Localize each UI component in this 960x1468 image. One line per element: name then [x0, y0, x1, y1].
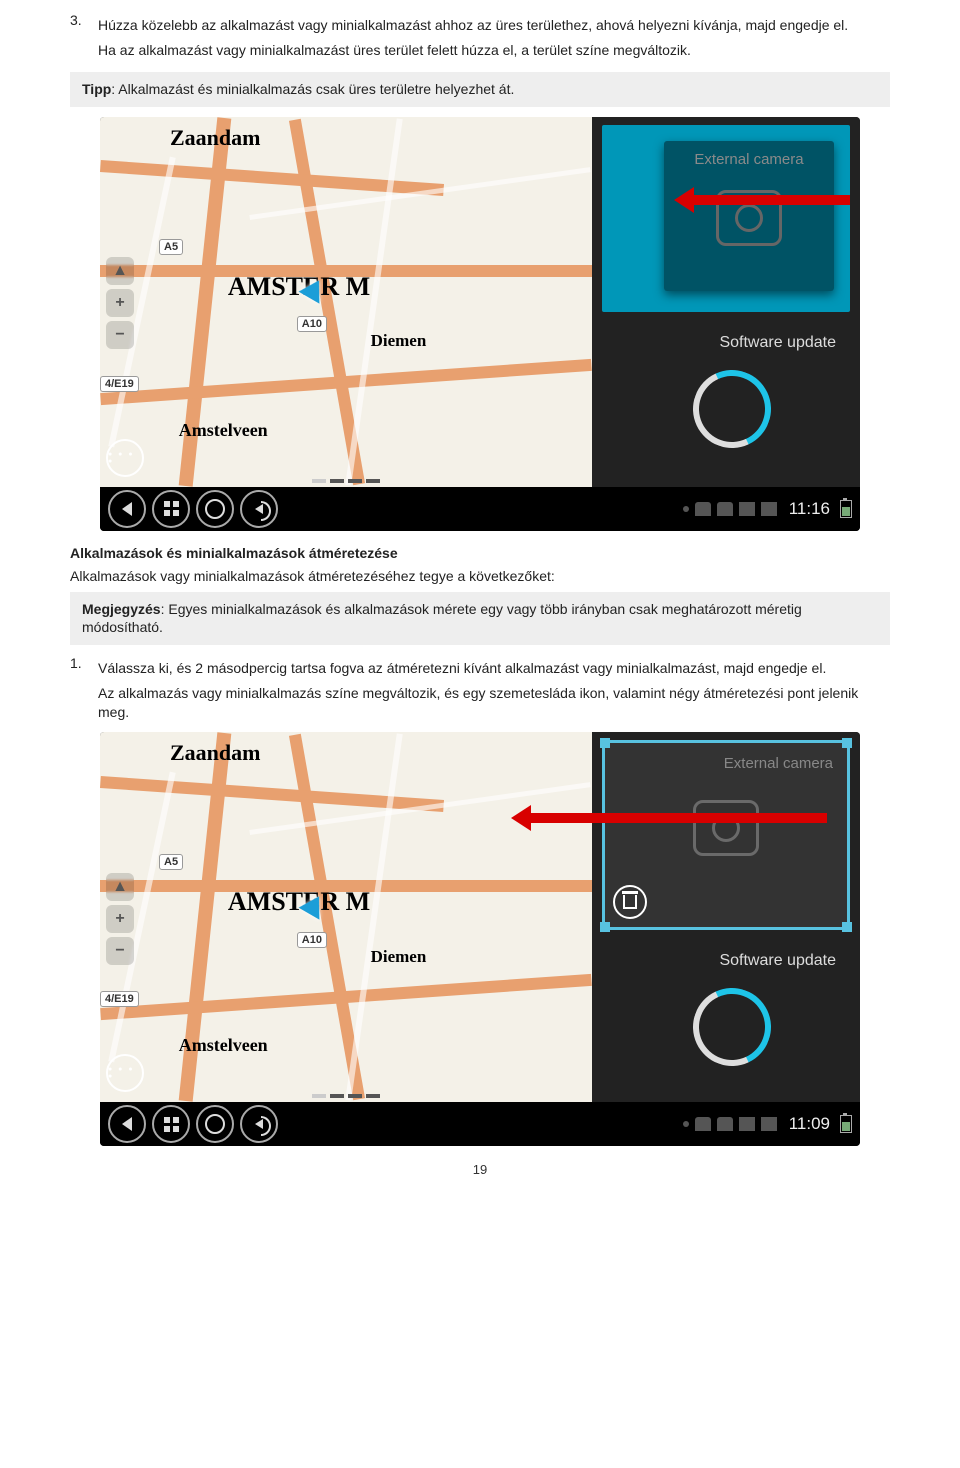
traffic-icon	[695, 502, 711, 516]
apps-grid-button[interactable]	[152, 490, 190, 528]
road-shield-a5: A5	[159, 239, 183, 255]
tip-label: Tipp	[82, 81, 111, 97]
widget-label: External camera	[694, 151, 803, 168]
resize-handle[interactable]	[600, 738, 610, 748]
delete-widget-button[interactable]	[613, 885, 647, 919]
road-shield-a5: A5	[159, 854, 183, 870]
page-indicator	[312, 479, 380, 483]
clock: 11:16	[789, 499, 830, 519]
status-icons	[683, 1117, 777, 1131]
battery-icon	[840, 500, 852, 518]
zoom-out-button[interactable]: −	[106, 321, 134, 349]
screenshot-resize-app: Zaandam AMSTER M Diemen Amstelveen A5 4/…	[100, 732, 860, 1146]
map-city-zaandam: Zaandam	[170, 125, 260, 151]
zoom-out-button[interactable]: −	[106, 937, 134, 965]
zoom-in-button[interactable]: +	[106, 289, 134, 317]
camera-icon	[716, 190, 782, 246]
trash-icon	[623, 895, 637, 909]
widget-label: Software update	[610, 952, 842, 970]
screenshot-move-app: Zaandam AMSTER M Diemen Amstelveen A5 4/…	[100, 117, 860, 531]
camera-aperture-button[interactable]	[196, 490, 234, 528]
software-update-tile[interactable]: Software update	[602, 942, 850, 1098]
back-button[interactable]	[108, 490, 146, 528]
widget-panel: External camera Software update	[592, 732, 860, 1102]
apps-grid-button[interactable]	[152, 1105, 190, 1143]
signal-icon	[739, 1117, 755, 1131]
step-number: 3.	[70, 12, 98, 66]
road-shield-a10: A10	[297, 316, 327, 332]
software-update-tile[interactable]: Software update	[602, 324, 850, 483]
selected-widget-tile[interactable]: External camera	[602, 740, 850, 930]
map-city-diemen: Diemen	[371, 331, 427, 351]
volume-button[interactable]	[240, 490, 278, 528]
android-icon	[761, 502, 777, 516]
signal-icon	[739, 502, 755, 516]
step-1b-sub: Az alkalmazás vagy minialkalmazás színe …	[98, 684, 890, 722]
zoom-in-button[interactable]: +	[106, 905, 134, 933]
resize-handle[interactable]	[600, 922, 610, 932]
record-icon	[683, 1121, 689, 1127]
camera-aperture-button[interactable]	[196, 1105, 234, 1143]
step-number: 1.	[70, 655, 98, 728]
drop-target-tile[interactable]: External camera	[602, 125, 850, 312]
step-1-resize: 1. Válassza ki, és 2 másodpercig tartsa …	[70, 655, 890, 728]
map-city-amstelveen: Amstelveen	[179, 1035, 268, 1056]
map-view[interactable]: Zaandam AMSTER M Diemen Amstelveen A5 4/…	[100, 117, 592, 487]
section-title-resize: Alkalmazások és minialkalmazások átméret…	[70, 545, 890, 561]
map-city-amstelveen: Amstelveen	[179, 420, 268, 441]
step-3-sub: Ha az alkalmazást vagy minialkalmazást ü…	[98, 41, 890, 60]
status-icons	[683, 502, 777, 516]
camera-icon	[693, 800, 759, 856]
more-options-button[interactable]: ● ● ● ●	[106, 439, 144, 477]
widget-panel: External camera Software update	[592, 117, 860, 487]
road-shield-a4e19: 4/E19	[100, 991, 139, 1007]
north-up-icon[interactable]: ▲	[106, 257, 134, 285]
north-up-icon[interactable]: ▲	[106, 873, 134, 901]
note-box: Megjegyzés: Egyes minialkalmazások és al…	[70, 592, 890, 646]
tip-text: : Alkalmazást és minialkalmazás csak üre…	[111, 81, 514, 97]
step-3: 3. Húzza közelebb az alkalmazást vagy mi…	[70, 12, 890, 66]
map-city-zaandam: Zaandam	[170, 740, 260, 766]
record-icon	[683, 506, 689, 512]
traffic-icon	[695, 1117, 711, 1131]
bottom-toolbar: 11:09	[100, 1102, 860, 1146]
note-text: : Egyes minialkalmazások és alkalmazások…	[82, 601, 802, 636]
step-1b-text: Válassza ki, és 2 másodpercig tartsa fog…	[98, 659, 890, 678]
map-view[interactable]: Zaandam AMSTER M Diemen Amstelveen A5 4/…	[100, 732, 592, 1102]
vehicle-icon	[717, 1117, 733, 1131]
update-spinner-icon	[693, 988, 759, 1054]
section-intro: Alkalmazások vagy minialkalmazások átmér…	[70, 567, 890, 586]
page-indicator	[312, 1094, 380, 1098]
step-3-text: Húzza közelebb az alkalmazást vagy minia…	[98, 16, 890, 35]
volume-button[interactable]	[240, 1105, 278, 1143]
more-options-button[interactable]: ● ● ● ●	[106, 1054, 144, 1092]
bottom-toolbar: 11:16	[100, 487, 860, 531]
vehicle-icon	[717, 502, 733, 516]
widget-label: External camera	[613, 755, 839, 772]
widget-label: Software update	[610, 334, 842, 352]
dragging-widget[interactable]: External camera	[664, 141, 834, 291]
battery-icon	[840, 1115, 852, 1133]
android-icon	[761, 1117, 777, 1131]
note-label: Megjegyzés	[82, 601, 161, 617]
clock: 11:09	[789, 1114, 830, 1134]
tip-box: Tipp: Alkalmazást és minialkalmazás csak…	[70, 72, 890, 107]
resize-handle[interactable]	[842, 738, 852, 748]
update-spinner-icon	[693, 370, 759, 436]
road-shield-a4e19: 4/E19	[100, 376, 139, 392]
map-city-amsterdam: AMSTER M	[228, 272, 370, 302]
map-city-amsterdam: AMSTER M	[228, 887, 370, 917]
road-shield-a10: A10	[297, 932, 327, 948]
page-number: 19	[70, 1162, 890, 1177]
resize-handle[interactable]	[842, 922, 852, 932]
map-city-diemen: Diemen	[371, 947, 427, 967]
back-button[interactable]	[108, 1105, 146, 1143]
